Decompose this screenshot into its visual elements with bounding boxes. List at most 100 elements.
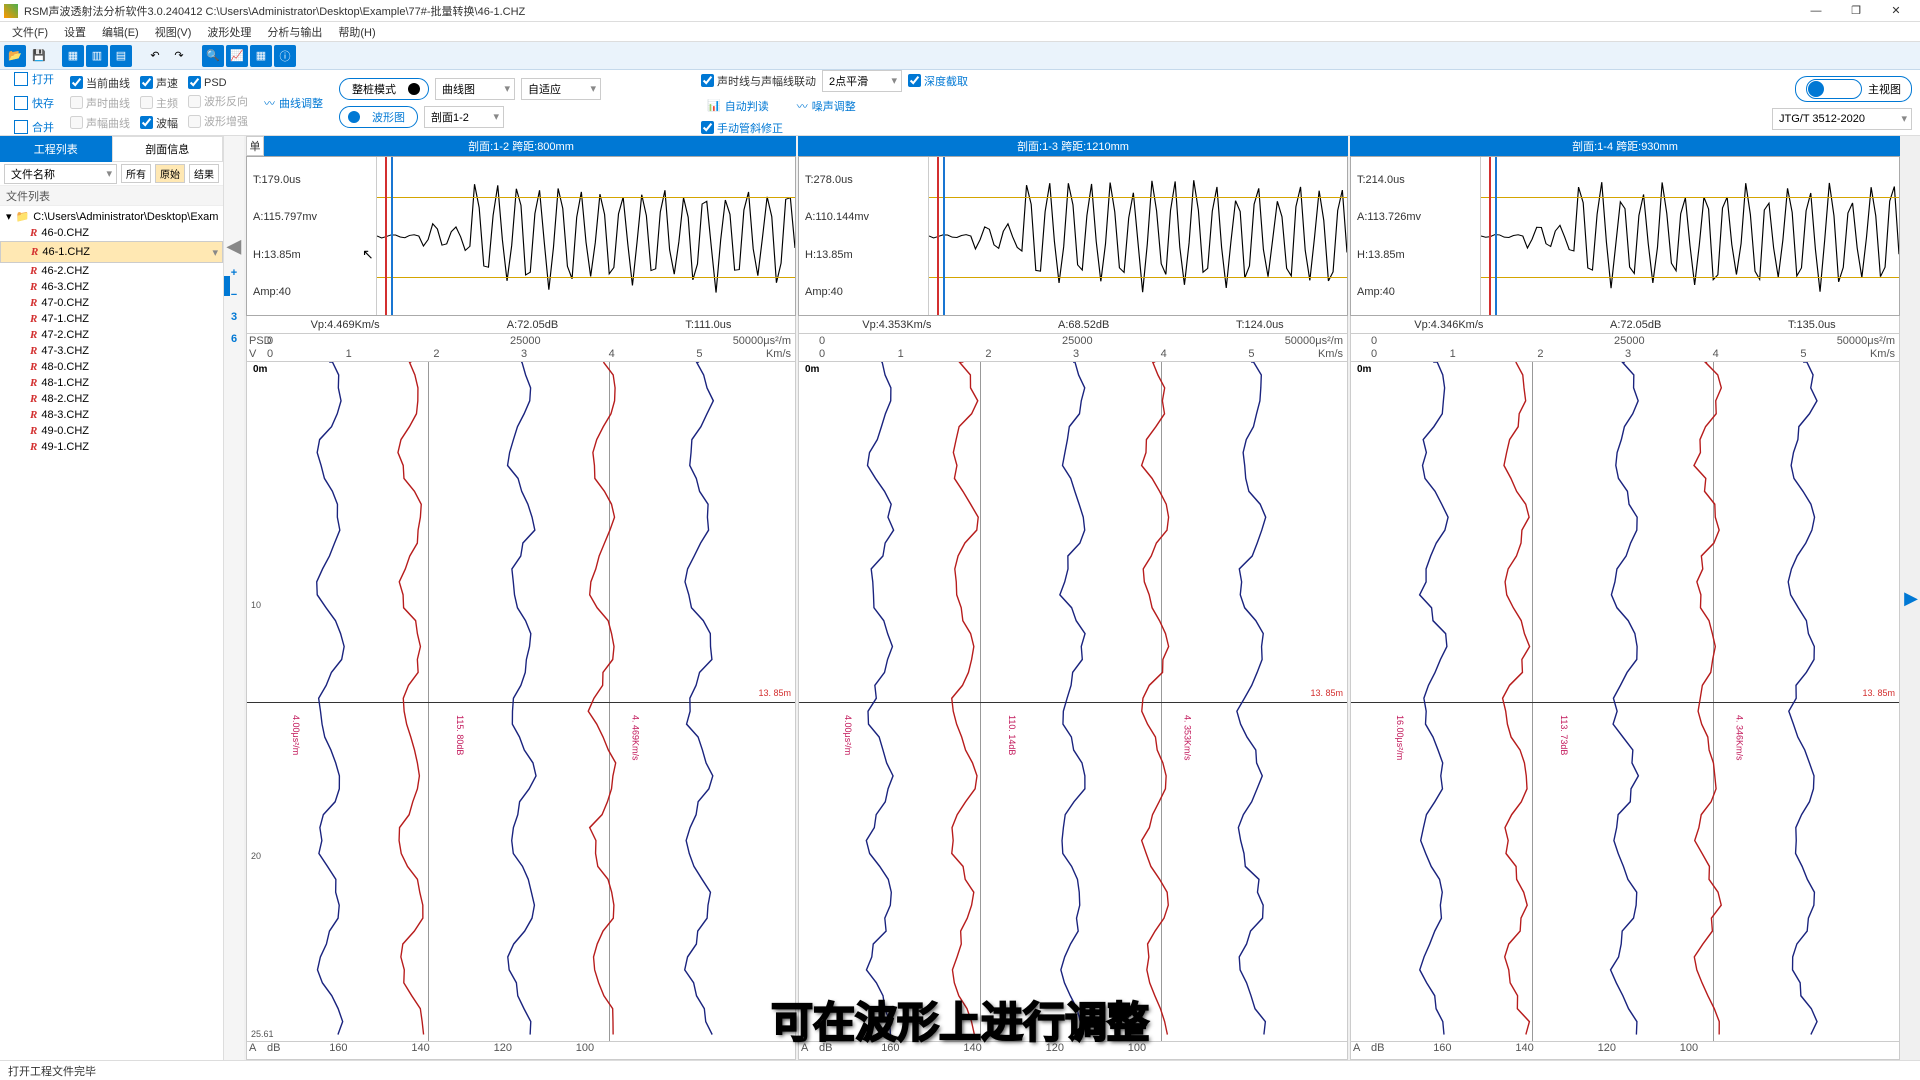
tool-chart3-icon[interactable]: ▤ <box>110 45 132 67</box>
waveform-chart[interactable]: T:214.0usA:113.726mvH:13.85mAmp:40 <box>1350 156 1900 316</box>
file-icon: R <box>30 329 37 341</box>
tool-ruler-icon[interactable]: 📈 <box>226 45 248 67</box>
menu-settings[interactable]: 设置 <box>56 24 94 40</box>
menu-file[interactable]: 文件(F) <box>4 24 56 40</box>
wave-info: T:278.0usA:110.144mvH:13.85mAmp:40 <box>799 157 929 315</box>
file-item[interactable]: R48-0.CHZ <box>0 359 223 375</box>
auto-judge-button[interactable]: 📊自动判读 <box>701 96 775 116</box>
wave-reverse-check[interactable]: 波形反向 <box>188 93 248 109</box>
tool-grid-icon[interactable]: ▦ <box>250 45 272 67</box>
file-item[interactable]: R46-0.CHZ <box>0 225 223 241</box>
merge-button[interactable]: 合并 <box>8 117 60 137</box>
tab-project-list[interactable]: 工程列表 <box>0 136 112 162</box>
axis-row: PSD 0 25000 50000μs²/m V 0 1 2 3 4 5 Km/… <box>246 334 796 362</box>
subtitle-overlay: 可在波形上进行调整 <box>771 989 1149 1050</box>
file-item[interactable]: R46-1.CHZ <box>0 241 223 263</box>
corner-label: 单 <box>246 136 264 156</box>
metrics-row: Vp:4.353Km/sA:68.52dBT:124.0us <box>798 316 1348 334</box>
file-item[interactable]: R47-0.CHZ <box>0 295 223 311</box>
open-button[interactable]: 打开 <box>8 69 60 89</box>
tool-save-icon[interactable]: 💾 <box>28 45 50 67</box>
tab-section-info[interactable]: 剖面信息 <box>112 136 224 162</box>
menu-help[interactable]: 帮助(H) <box>330 24 383 40</box>
close-button[interactable]: ✕ <box>1876 1 1916 21</box>
file-item[interactable]: R48-3.CHZ <box>0 407 223 423</box>
tool-chart1-icon[interactable]: ▦ <box>62 45 84 67</box>
chart-type-select[interactable]: 曲线图 <box>435 78 515 100</box>
quicksave-button[interactable]: 快存 <box>8 93 60 113</box>
section-select[interactable]: 剖面1-2 <box>424 106 504 128</box>
file-icon: R <box>30 265 37 277</box>
tool-redo-icon[interactable]: ↷ <box>168 45 190 67</box>
panel-header: 单 剖面:1-2 跨距:800mm <box>246 136 796 156</box>
depth-chart[interactable]: 0m 102025.61 13. 85m 4.00μs²/m 115. 80dB… <box>246 362 796 1042</box>
file-list-header: 文件列表 <box>0 186 223 206</box>
adaptive-select[interactable]: 自适应 <box>521 78 601 100</box>
linkage-check[interactable]: 声时线与声幅线联动 <box>701 73 816 89</box>
profile-panel: 剖面:1-4 跨距:930mm T:214.0usA:113.726mvH:13… <box>1350 136 1900 1060</box>
standard-select[interactable]: JTG/T 3512-2020 <box>1772 108 1912 130</box>
waveform-chart[interactable]: T:179.0usA:115.797mvH:13.85mAmp:40 <box>246 156 796 316</box>
file-item[interactable]: R46-2.CHZ <box>0 263 223 279</box>
file-icon: R <box>30 313 37 325</box>
menu-view[interactable]: 视图(V) <box>147 24 200 40</box>
nav-right-icon[interactable]: ▶ <box>1902 136 1920 1060</box>
file-icon: R <box>30 361 37 373</box>
filename-filter-select[interactable]: 文件名称 <box>4 164 117 184</box>
psd-check[interactable]: PSD <box>188 76 248 89</box>
tool-open-icon[interactable]: 📂 <box>4 45 26 67</box>
metrics-row: Vp:4.346Km/sA:72.05dBT:135.0us <box>1350 316 1900 334</box>
file-item[interactable]: R49-1.CHZ <box>0 439 223 455</box>
menu-analysis[interactable]: 分析与输出 <box>259 24 330 40</box>
tool-undo-icon[interactable]: ↶ <box>144 45 166 67</box>
wave-amp-check[interactable]: 波幅 <box>140 115 178 131</box>
depth-cut-check[interactable]: 深度截取 <box>908 73 968 89</box>
file-item[interactable]: R46-3.CHZ <box>0 279 223 295</box>
toolbar: 📂 💾 ▦ ▥ ▤ ↶ ↷ 🔍 📈 ▦ ⓘ <box>0 42 1920 70</box>
tool-info-icon[interactable]: ⓘ <box>274 45 296 67</box>
file-icon: R <box>30 441 37 453</box>
pile-mode-toggle[interactable]: 整桩模式 <box>339 78 429 100</box>
panel-header: 剖面:1-4 跨距:930mm <box>1350 136 1900 156</box>
nav-left-icon[interactable]: ◀ <box>227 236 241 257</box>
minimize-button[interactable]: — <box>1796 1 1836 21</box>
gutter-three[interactable]: 3 <box>231 311 237 323</box>
wave-chart-toggle[interactable]: 波形图 <box>339 106 418 128</box>
curve-adjust-button[interactable]: 〰曲线调整 <box>258 93 329 113</box>
filter-result[interactable]: 结果 <box>189 164 219 183</box>
file-item[interactable]: R47-1.CHZ <box>0 311 223 327</box>
sound-speed-check[interactable]: 声速 <box>140 75 178 91</box>
wave-enhance-check[interactable]: 波形增强 <box>188 113 248 129</box>
depth-chart[interactable]: 0m 13. 85m 4.00μs²/m 110. 14dB 4. 353Km/… <box>798 362 1348 1042</box>
waveform-chart[interactable]: T:278.0usA:110.144mvH:13.85mAmp:40 <box>798 156 1348 316</box>
gutter-six[interactable]: 6 <box>231 333 237 345</box>
maximize-button[interactable]: ❐ <box>1836 1 1876 21</box>
current-curve-check[interactable]: 当前曲线 <box>70 75 130 91</box>
chevron-down-icon: ▾ <box>6 210 12 223</box>
amp-curve-check[interactable]: 声幅曲线 <box>70 115 130 131</box>
tree-folder[interactable]: ▾ 📁 C:\Users\Administrator\Desktop\Exam <box>0 208 223 225</box>
manual-tilt-check[interactable]: 手动管斜修正 <box>701 120 968 136</box>
noise-adjust-button[interactable]: 〰噪声调整 <box>791 96 862 116</box>
main-view-toggle[interactable]: 主视图 <box>1795 76 1912 102</box>
tool-zoom-icon[interactable]: 🔍 <box>202 45 224 67</box>
menu-waveform[interactable]: 波形处理 <box>199 24 259 40</box>
content-area: ◀ + − 3 6 单 剖面:1-2 跨距:800mm T:179.0usA:1… <box>224 136 1920 1060</box>
filter-original[interactable]: 原始 <box>155 164 185 183</box>
panel-header: 剖面:1-3 跨距:1210mm <box>798 136 1348 156</box>
tool-chart2-icon[interactable]: ▥ <box>86 45 108 67</box>
gutter-plus[interactable]: + <box>231 267 237 279</box>
file-item[interactable]: R47-2.CHZ <box>0 327 223 343</box>
gutter-minus[interactable]: − <box>231 289 237 301</box>
file-item[interactable]: R49-0.CHZ <box>0 423 223 439</box>
menu-edit[interactable]: 编辑(E) <box>94 24 147 40</box>
file-item[interactable]: R48-2.CHZ <box>0 391 223 407</box>
filter-all[interactable]: 所有 <box>121 164 151 183</box>
depth-chart[interactable]: 0m 13. 85m 16.00μs²/m 113. 73dB 4. 346Km… <box>1350 362 1900 1042</box>
file-tree: ▾ 📁 C:\Users\Administrator\Desktop\Exam … <box>0 206 223 1060</box>
main-freq-check[interactable]: 主频 <box>140 95 178 111</box>
smooth-select[interactable]: 2点平滑 <box>822 70 902 92</box>
file-item[interactable]: R48-1.CHZ <box>0 375 223 391</box>
file-item[interactable]: R47-3.CHZ <box>0 343 223 359</box>
time-curve-check[interactable]: 声时曲线 <box>70 95 130 111</box>
